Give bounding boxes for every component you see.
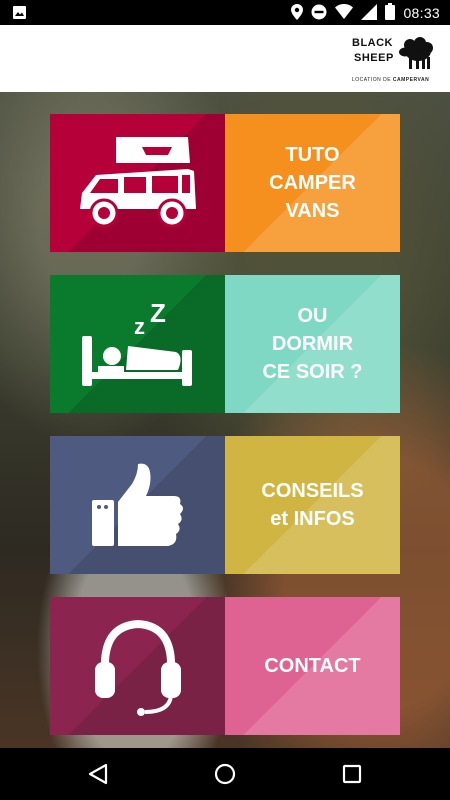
tile-label-area: OU DORMIR CE SOIR ? [225,275,400,413]
tile-icon-area: z Z [50,275,225,413]
signal-icon [361,3,378,23]
tile-label-area: TUTO CAMPER VANS [225,114,400,252]
do-not-disturb-icon [311,4,327,23]
tile-contact[interactable]: CONTACT [50,597,400,735]
battery-icon [385,3,396,23]
recents-icon[interactable] [340,762,364,786]
sleeping-bed-icon: z Z [81,298,192,386]
tile-icon-area [50,597,225,735]
status-bar: 08:33 [0,0,450,25]
image-icon [12,5,27,25]
logo-tagline: LOCATION DE CAMPERVAN [352,77,430,83]
blacksheep-logo[interactable]: BLACK SHEEP LOCATION DE CAMPERVAN [352,35,436,85]
tile-icon-area [50,114,225,252]
navigation-bar [0,748,450,800]
tile-label: TUTO CAMPER VANS [269,144,356,222]
home-icon[interactable] [213,762,237,786]
logo-text-line1: BLACK [352,37,393,49]
thumbs-up-icon [91,463,183,546]
tile-label-area: CONSEILS et INFOS [225,436,400,574]
tile-tuto-camper-vans[interactable]: TUTO CAMPER VANS [50,114,400,252]
campervan-icon [79,137,196,228]
tile-label: CONSEILS et INFOS [261,480,364,530]
tile-label: CONTACT [264,655,361,677]
location-icon [291,3,304,23]
tile-ou-dormir[interactable]: z Z OU DORMIR CE SOIR ? [50,275,400,413]
tile-label-area: CONTACT [225,597,400,735]
tile-label: OU DORMIR CE SOIR ? [262,305,363,383]
tile-icon-area [50,436,225,574]
clock: 08:33 [403,5,440,21]
svg-text:z: z [134,314,145,339]
sheep-icon [399,37,433,69]
headset-icon [94,619,181,716]
back-icon[interactable] [86,762,110,786]
svg-text:Z: Z [150,298,166,328]
logo-text-line2: SHEEP [354,52,394,64]
wifi-icon [335,4,354,22]
app-header: BLACK SHEEP LOCATION DE CAMPERVAN [0,25,450,92]
tile-conseils-infos[interactable]: CONSEILS et INFOS [50,436,400,574]
